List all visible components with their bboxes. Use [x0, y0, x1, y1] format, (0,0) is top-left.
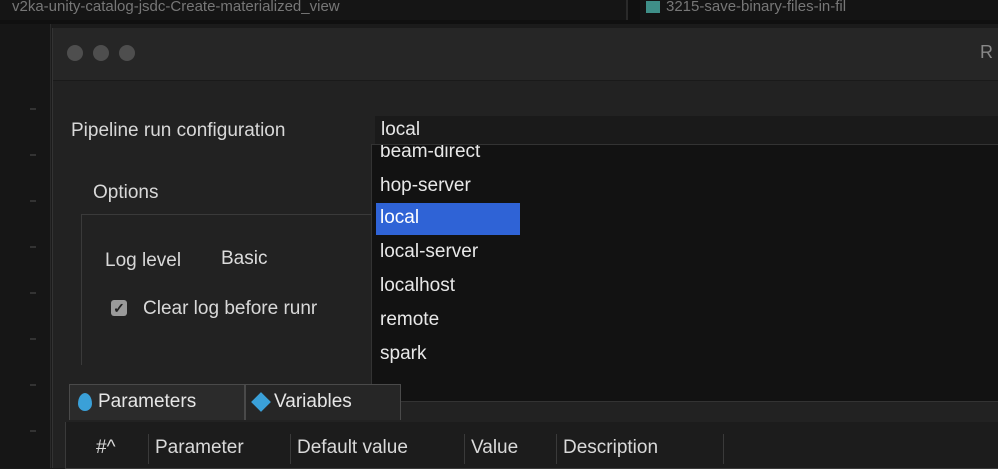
tab-variables[interactable]: Variables: [245, 384, 401, 420]
tab-right[interactable]: 3215-save-binary-files-in-fil: [640, 0, 998, 20]
tab-left-label: v2ka-unity-catalog-jsdc-Create-materiali…: [12, 0, 340, 15]
column-header-parameter[interactable]: Parameter: [148, 434, 288, 464]
run-config-label: Pipeline run configuration: [71, 120, 286, 141]
dropdown-option-hop-server[interactable]: hop-server: [376, 171, 520, 203]
run-config-dropdown-list: beam-direct hop-server local local-serve…: [371, 144, 998, 402]
dropdown-option-remote[interactable]: remote: [376, 305, 520, 337]
column-header-index[interactable]: #^: [90, 434, 146, 464]
left-gutter: [0, 24, 51, 468]
column-header-default-value[interactable]: Default value: [290, 434, 462, 464]
log-level-value: Basic: [221, 248, 268, 269]
parameters-table: #^ Parameter Default value Value Descrip…: [65, 422, 998, 469]
drop-icon: [78, 392, 92, 411]
dropdown-option-spark[interactable]: spark: [376, 339, 520, 371]
column-header-value[interactable]: Value: [464, 434, 554, 464]
minimize-window-button[interactable]: [93, 45, 109, 61]
tab-parameters-label: Parameters: [98, 391, 197, 412]
clear-log-checkbox[interactable]: ✓: [111, 300, 127, 316]
tab-parameters[interactable]: Parameters: [69, 384, 245, 420]
tab-right-label: 3215-save-binary-files-in-fil: [666, 0, 847, 15]
options-group: [81, 214, 402, 365]
dropdown-option-local-server[interactable]: local-server: [376, 237, 520, 269]
top-tab-bar: v2ka-unity-catalog-jsdc-Create-materiali…: [0, 0, 998, 24]
zoom-window-button[interactable]: [119, 45, 135, 61]
run-config-combo[interactable]: local: [375, 116, 998, 145]
tab-variables-label: Variables: [274, 391, 352, 412]
dropdown-option-local[interactable]: local: [376, 203, 520, 235]
dialog-title: R: [980, 42, 993, 62]
run-config-value: local: [381, 119, 421, 140]
file-icon: [646, 1, 660, 14]
close-window-button[interactable]: [67, 45, 83, 61]
dialog-titlebar: R: [53, 28, 998, 81]
log-level-label: Log level: [105, 250, 182, 271]
run-options-dialog: R Pipeline run configuration local Optio…: [52, 28, 998, 469]
parameters-variables-tabs: Parameters Variables: [65, 378, 998, 423]
dropdown-option-beam-direct[interactable]: beam-direct: [376, 145, 520, 169]
options-heading: Options: [93, 182, 159, 203]
clear-log-label: Clear log before runr: [143, 298, 318, 319]
column-header-description[interactable]: Description: [556, 434, 724, 464]
dropdown-option-localhost[interactable]: localhost: [376, 271, 520, 303]
diamond-icon: [251, 392, 271, 412]
tab-left[interactable]: v2ka-unity-catalog-jsdc-Create-materiali…: [0, 0, 628, 20]
log-level-select[interactable]: Basic: [221, 248, 371, 278]
